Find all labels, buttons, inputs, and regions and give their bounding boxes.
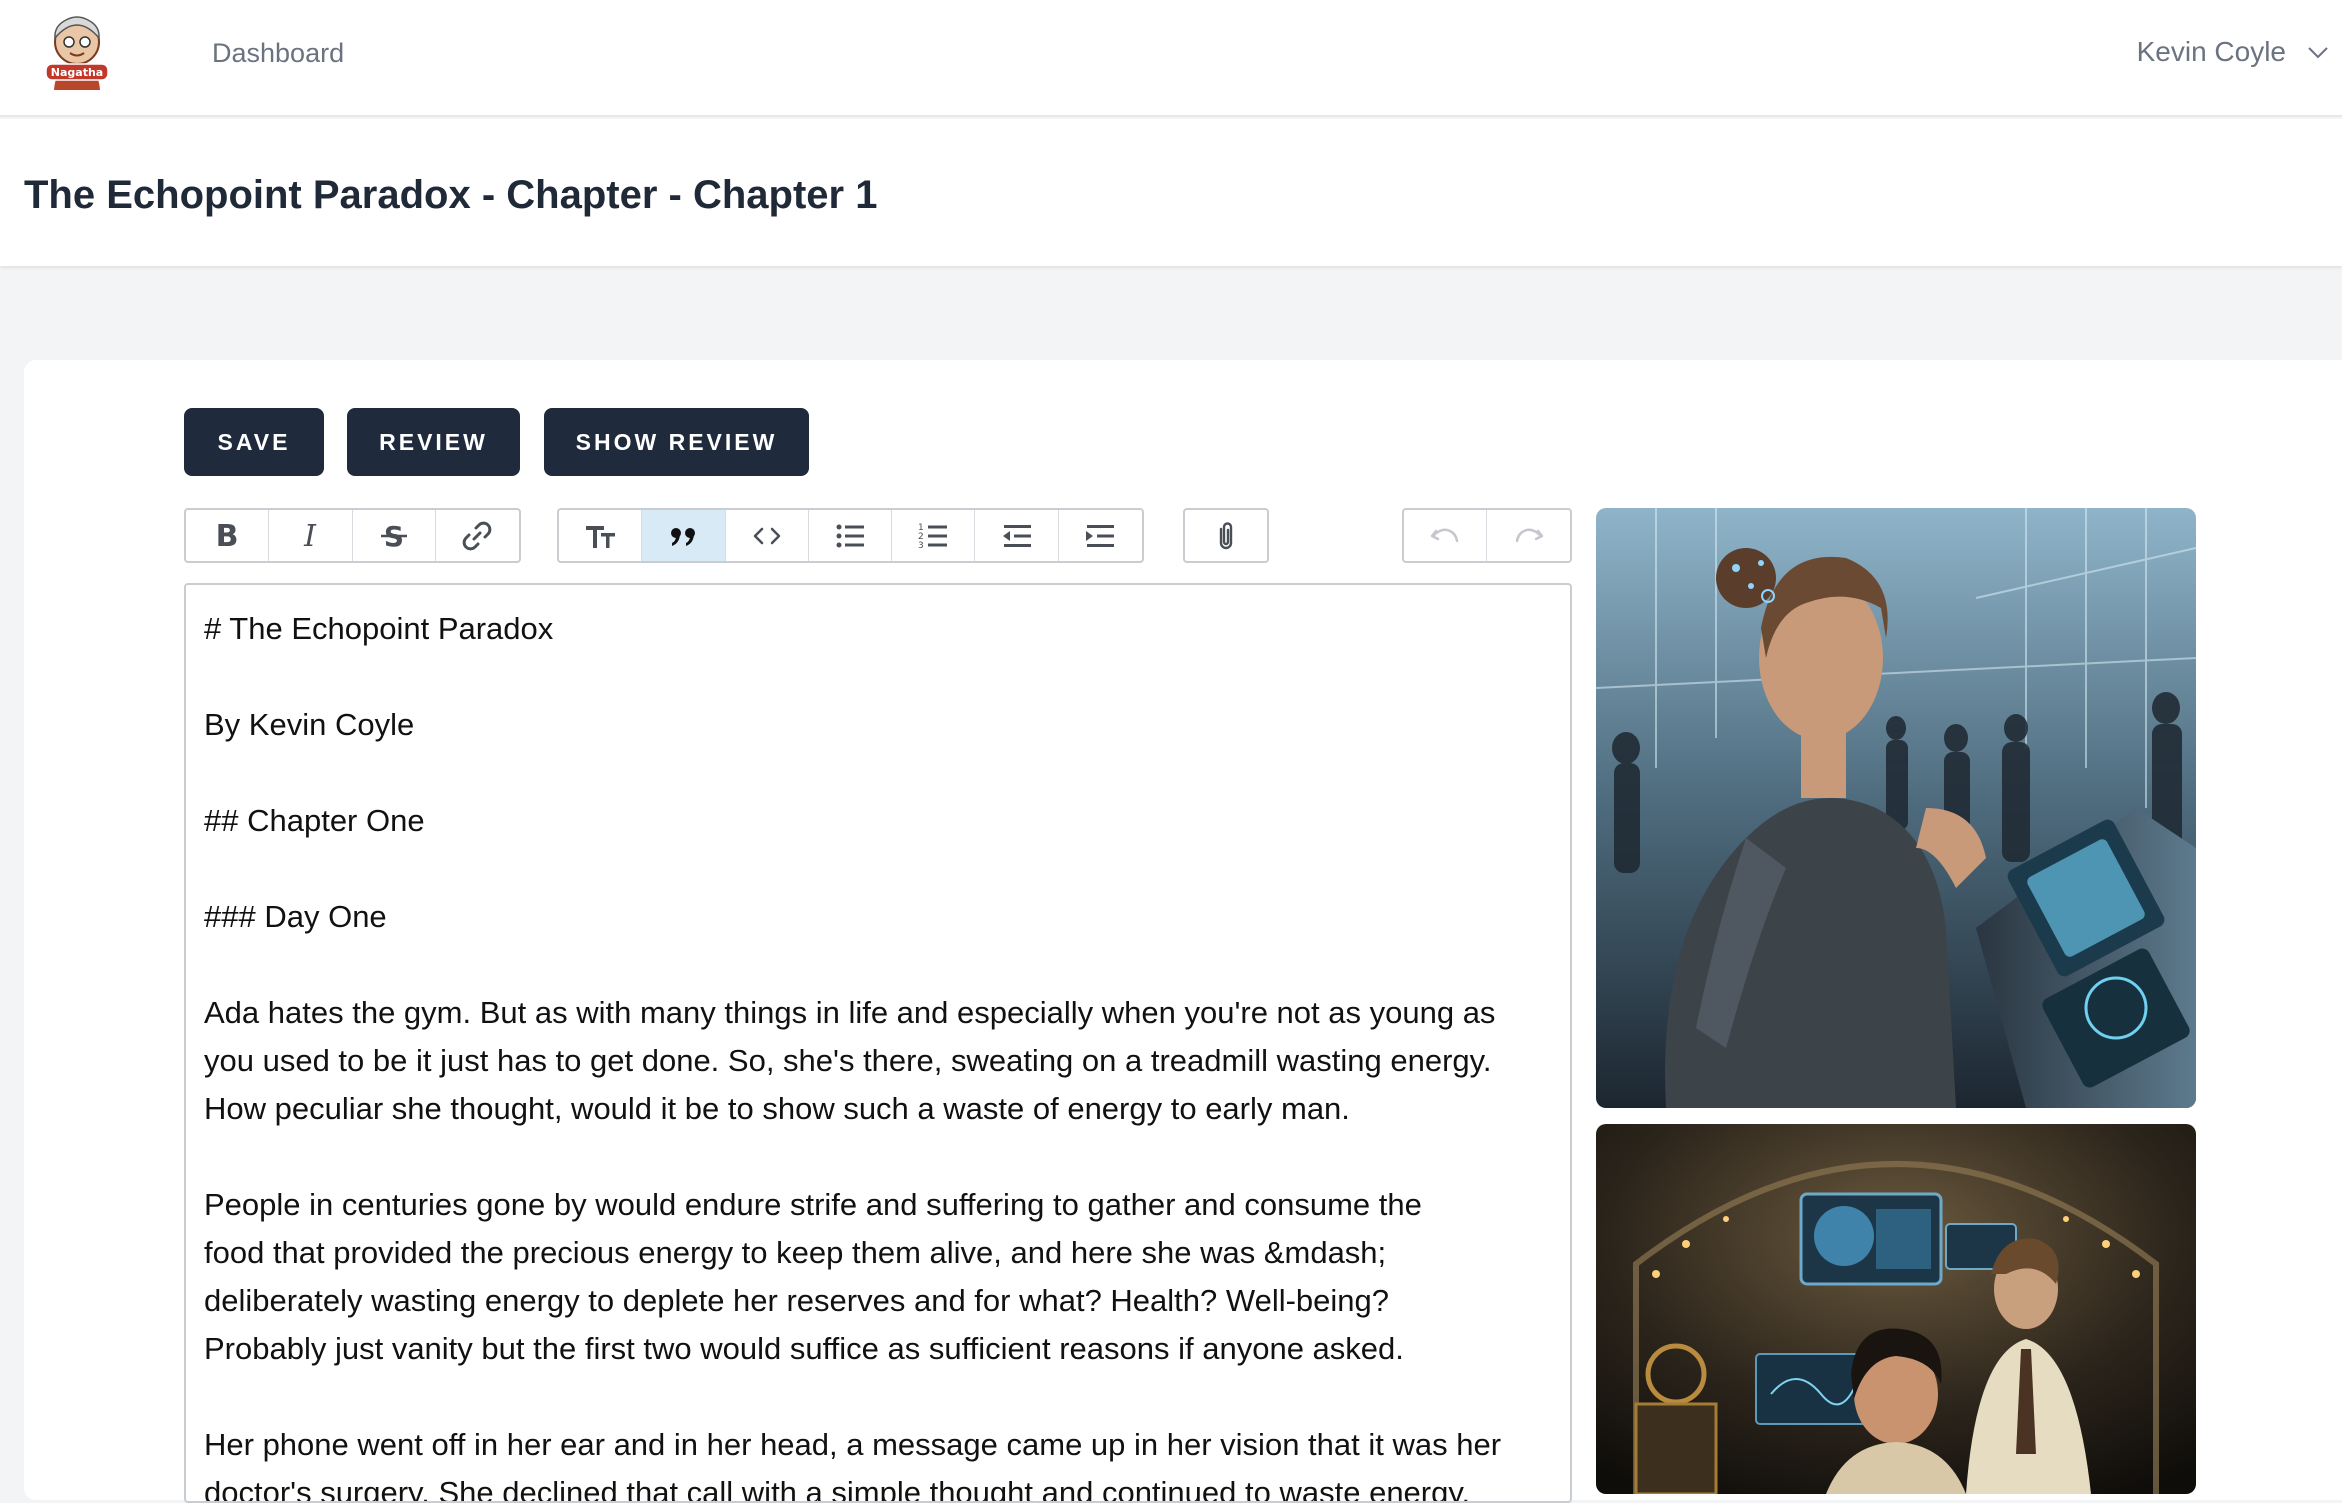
svg-text:B: B: [216, 519, 239, 553]
editor-line: People in centuries gone by would endure…: [204, 1187, 1422, 1222]
block-toolbar-group: 123: [557, 508, 1144, 563]
redo-icon[interactable]: [1487, 510, 1570, 561]
history-toolbar-group: [1402, 508, 1572, 563]
chevron-down-icon[interactable]: [2306, 40, 2330, 64]
editor-line: Probably just vanity but the first two w…: [204, 1331, 1404, 1366]
gym-treadmill-illustration: [1596, 508, 2196, 1108]
editor-line: ## Chapter One: [204, 803, 425, 838]
review-button[interactable]: REVIEW: [347, 408, 520, 476]
top-navbar: Nagatha Dashboard Kevin Coyle: [0, 0, 2342, 117]
nagatha-logo[interactable]: Nagatha: [40, 12, 114, 90]
nav-dashboard-link[interactable]: Dashboard: [212, 36, 344, 70]
page-title: The Echopoint Paradox - Chapter - Chapte…: [24, 173, 878, 217]
svg-text:I: I: [303, 519, 317, 553]
editor-line: Her phone went off in her ear and in her…: [204, 1427, 1502, 1462]
user-name[interactable]: Kevin Coyle: [2137, 36, 2286, 68]
outdent-icon[interactable]: [975, 510, 1059, 561]
attach-toolbar-group: [1183, 508, 1269, 563]
editor-line: you used to be it just has to get done. …: [204, 1043, 1492, 1078]
markdown-editor[interactable]: # The Echopoint Paradox By Kevin Coyle ## …: [184, 583, 1572, 1503]
save-button[interactable]: SAVE: [184, 408, 324, 476]
editor-line: # The Echopoint Paradox: [204, 611, 554, 646]
heading-icon[interactable]: [559, 510, 643, 561]
indent-icon[interactable]: [1059, 510, 1142, 561]
bullet-list-icon[interactable]: [809, 510, 893, 561]
user-menu[interactable]: Kevin Coyle: [2137, 32, 2342, 72]
undo-icon[interactable]: [1404, 510, 1487, 561]
quote-icon[interactable]: [642, 510, 726, 561]
editor-line: doctor's surgery. She declined that call…: [204, 1475, 1471, 1503]
strikethrough-icon[interactable]: S: [353, 510, 436, 561]
attach-icon[interactable]: [1185, 510, 1267, 561]
lab-scene-illustration: [1596, 1124, 2196, 1494]
numbered-list-icon[interactable]: 123: [892, 510, 976, 561]
editor-line: By Kevin Coyle: [204, 707, 415, 742]
editor-line: How peculiar she thought, would it be to…: [204, 1091, 1350, 1126]
link-icon[interactable]: [436, 510, 519, 561]
svg-text:3: 3: [918, 541, 924, 551]
editor-line: Ada hates the gym. But as with many thin…: [204, 995, 1496, 1030]
editor-line: ### Day One: [204, 899, 387, 934]
code-icon[interactable]: [726, 510, 809, 561]
svg-text:Nagatha: Nagatha: [51, 66, 103, 79]
format-toolbar-group: B I S: [184, 508, 521, 563]
italic-icon[interactable]: I: [269, 510, 353, 561]
bold-icon[interactable]: B: [186, 510, 270, 561]
editor-line: food that provided the precious energy t…: [204, 1235, 1387, 1270]
show-review-button[interactable]: SHOW REVIEW: [544, 408, 809, 476]
page-header: The Echopoint Paradox - Chapter - Chapte…: [0, 119, 2342, 266]
editor-line: deliberately wasting energy to deplete h…: [204, 1283, 1390, 1318]
